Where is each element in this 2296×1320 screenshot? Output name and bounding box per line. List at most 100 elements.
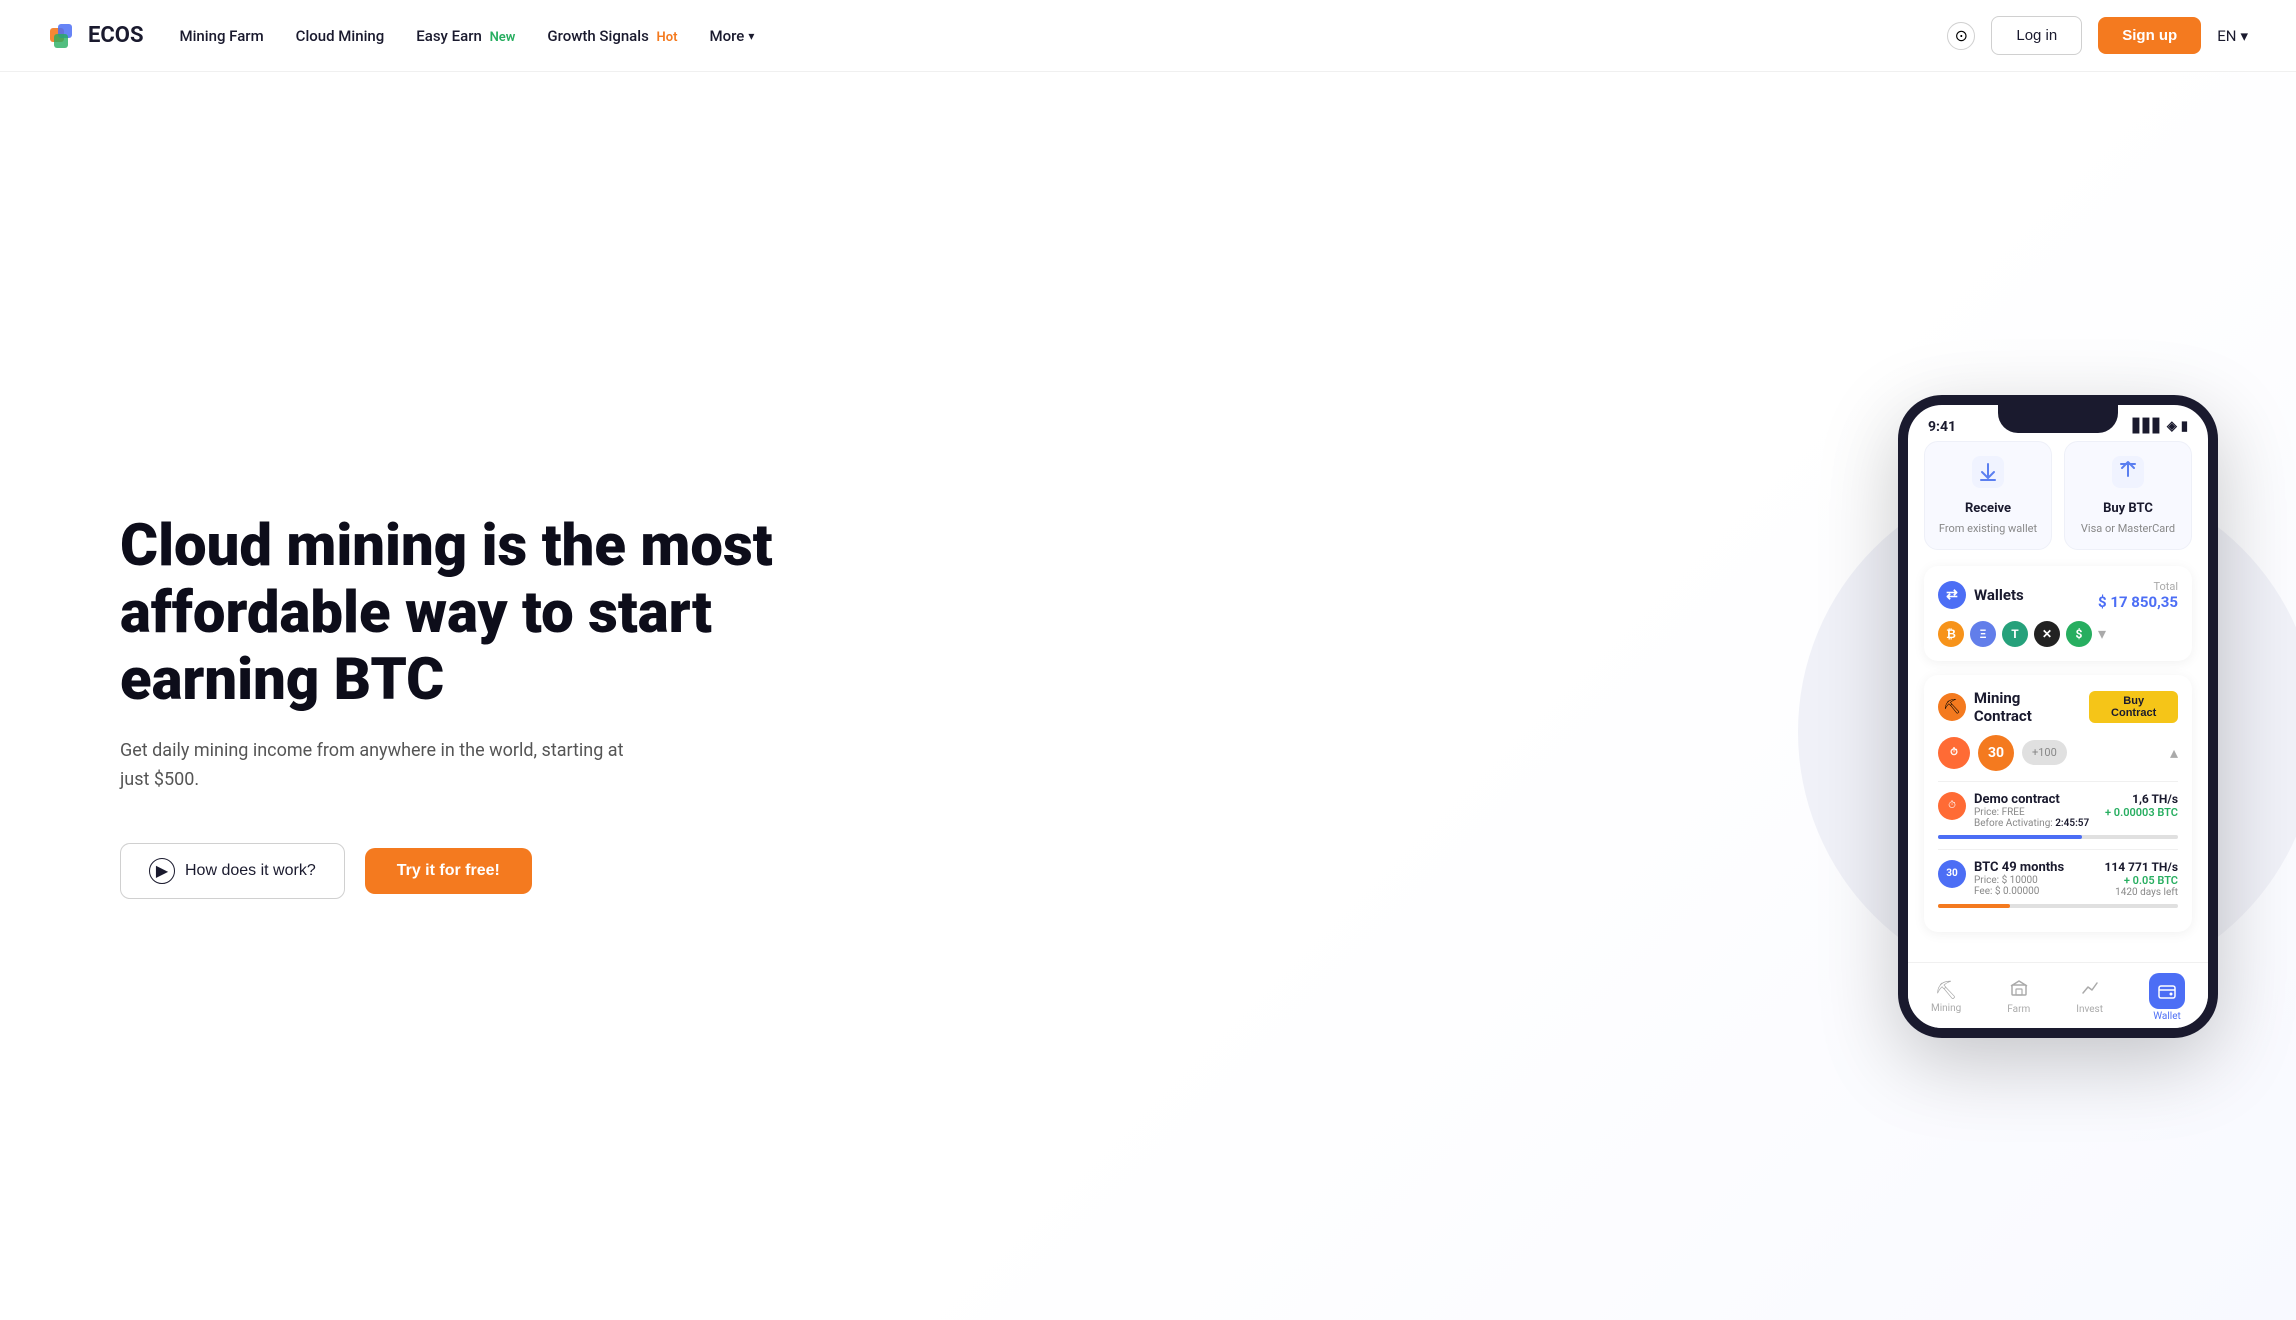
nav-easy-earn[interactable]: Easy Earn New xyxy=(416,27,515,45)
buy-contract-button[interactable]: Buy Contract xyxy=(2089,691,2178,723)
demo-contract-name: Demo contract xyxy=(1974,792,2089,807)
receive-card[interactable]: Receive From existing wallet xyxy=(1924,441,2052,550)
btc-contract-icon: 30 xyxy=(1938,860,1966,888)
demo-contract-info: Demo contract Price: FREE Before Activat… xyxy=(1974,792,2089,829)
buy-btc-sub: Visa or MasterCard xyxy=(2081,522,2175,535)
receive-icon xyxy=(1972,456,2004,495)
demo-contract-price: Price: FREE xyxy=(1974,807,2089,818)
bubble-30[interactable]: 30 xyxy=(1978,735,2014,771)
wallets-total: Total $ 17 850,35 xyxy=(2098,580,2178,611)
farm-nav-label: Farm xyxy=(2007,1004,2030,1015)
bottom-nav-wallet[interactable]: Wallet xyxy=(2149,973,2185,1022)
nav-more[interactable]: More ▾ xyxy=(709,27,754,45)
btc-th: 114 771 TH/s xyxy=(2105,860,2179,874)
download-icon[interactable]: ⊙ xyxy=(1947,22,1975,50)
wifi-icon: ◈ xyxy=(2167,419,2177,434)
nav-right: ⊙ Log in Sign up EN ▾ xyxy=(1947,16,2248,55)
phone-notch xyxy=(1998,405,2118,433)
wallets-total-value: $ 17 850,35 xyxy=(2098,593,2178,611)
buy-btc-title: Buy BTC xyxy=(2103,501,2153,516)
invest-nav-icon xyxy=(2081,979,2099,1002)
btc-progress-bar xyxy=(1938,904,2178,908)
wallets-total-label: Total xyxy=(2098,580,2178,593)
btc-contract-name: BTC 49 months xyxy=(1974,860,2064,875)
status-icons: ▋▋▋ ◈ ▮ xyxy=(2133,419,2188,434)
receive-title: Receive xyxy=(1965,501,2011,516)
wallet-nav-tab xyxy=(2149,973,2185,1009)
bottom-nav-invest[interactable]: Invest xyxy=(2076,979,2103,1015)
btc-contract-right: 114 771 TH/s + 0.05 BTC 1420 days left xyxy=(2105,860,2179,898)
phone-frame: 9:41 ▋▋▋ ◈ ▮ xyxy=(1898,395,2218,1038)
btc-progress-fill xyxy=(1938,904,2010,908)
action-cards: Receive From existing wallet xyxy=(1924,441,2192,550)
demo-before-label: Before Activating: 2:45:57 xyxy=(1974,818,2089,829)
signup-button[interactable]: Sign up xyxy=(2098,17,2201,54)
nav-growth-signals[interactable]: Growth Signals Hot xyxy=(547,27,677,45)
timer-bubble: ⏱ xyxy=(1938,737,1970,769)
bubble-plus[interactable]: +100 xyxy=(2022,740,2067,765)
demo-contract-row: ⏱ Demo contract Price: FREE Before Activ… xyxy=(1938,792,2178,829)
language-selector[interactable]: EN ▾ xyxy=(2217,27,2248,45)
btc-contract-price: Price: $ 10000 xyxy=(1974,875,2064,886)
btc-days: 1420 days left xyxy=(2105,887,2179,898)
wallets-icon: ⇄ xyxy=(1938,581,1966,609)
usdt-icon[interactable]: T xyxy=(2002,621,2028,647)
login-button[interactable]: Log in xyxy=(1991,16,2082,55)
nav-links: Mining Farm Cloud Mining Easy Earn New G… xyxy=(179,27,754,45)
demo-contract-icon: ⏱ xyxy=(1938,792,1966,820)
hero-section: Cloud mining is the most affordable way … xyxy=(0,72,2296,1320)
demo-progress-bar xyxy=(1938,835,2178,839)
try-free-button[interactable]: Try it for free! xyxy=(365,848,532,894)
btc-contract-row: 30 BTC 49 months Price: $ 10000 Fee: $ 0… xyxy=(1938,860,2178,898)
wallet-nav-label: Wallet xyxy=(2153,1011,2181,1022)
btc-icon[interactable]: ₿ xyxy=(1938,621,1964,647)
contract-bubbles: ⏱ 30 +100 ▴ xyxy=(1938,735,2178,771)
demo-contract-left: ⏱ Demo contract Price: FREE Before Activ… xyxy=(1938,792,2089,829)
btc-btc: + 0.05 BTC xyxy=(2105,874,2179,887)
demo-btc: + 0.00003 BTC xyxy=(2105,806,2178,819)
nav-mining-farm[interactable]: Mining Farm xyxy=(179,27,263,45)
bottom-nav-farm[interactable]: Farm xyxy=(2007,979,2030,1015)
hero-title: Cloud mining is the most affordable way … xyxy=(120,513,800,713)
farm-nav-icon xyxy=(2010,979,2028,1002)
phone-mockup: 9:41 ▋▋▋ ◈ ▮ xyxy=(1898,395,2218,1038)
mining-collapse-button[interactable]: ▴ xyxy=(2170,743,2178,763)
crypto-icons-row: ₿ Ξ T ✕ $ ▾ xyxy=(1938,621,2178,647)
navbar: ECOS Mining Farm Cloud Mining Easy Earn … xyxy=(0,0,2296,72)
logo[interactable]: ECOS xyxy=(48,20,143,52)
mining-section: ⛏ Mining Contract Buy Contract ⏱ 30 +100… xyxy=(1924,675,2192,932)
phone-bottom-nav: ⛏ Mining Farm Invest xyxy=(1908,962,2208,1028)
bottom-nav-mining[interactable]: ⛏ Mining xyxy=(1931,980,1961,1014)
mining-nav-label: Mining xyxy=(1931,1003,1961,1014)
phone-content: Receive From existing wallet xyxy=(1908,441,2208,962)
nav-left: ECOS Mining Farm Cloud Mining Easy Earn … xyxy=(48,20,754,52)
signal-icon: ▋▋▋ xyxy=(2133,419,2163,434)
mining-nav-icon: ⛏ xyxy=(1935,980,1958,1001)
eth-icon[interactable]: Ξ xyxy=(1970,621,1996,647)
buy-btc-card[interactable]: Buy BTC Visa or MasterCard xyxy=(2064,441,2192,550)
mining-header: ⛏ Mining Contract Buy Contract xyxy=(1938,689,2178,725)
logo-icon xyxy=(48,20,80,52)
receive-sub: From existing wallet xyxy=(1939,522,2037,535)
btc-contract-fee: Fee: $ 0.00000 xyxy=(1974,886,2064,897)
easy-earn-badge: New xyxy=(490,30,516,45)
hero-left: Cloud mining is the most affordable way … xyxy=(120,513,800,899)
status-time: 9:41 xyxy=(1928,419,1956,435)
growth-signals-badge: Hot xyxy=(657,30,678,45)
buy-btc-icon xyxy=(2112,456,2144,495)
invest-nav-label: Invest xyxy=(2076,1004,2103,1015)
wallets-collapse-button[interactable]: ▾ xyxy=(2098,624,2106,644)
usd-icon[interactable]: $ xyxy=(2066,621,2092,647)
demo-before-value: 2:45:57 xyxy=(2055,818,2089,829)
btc-contract-info: BTC 49 months Price: $ 10000 Fee: $ 0.00… xyxy=(1974,860,2064,897)
wallets-header: ⇄ Wallets Total $ 17 850,35 xyxy=(1938,580,2178,611)
nav-cloud-mining[interactable]: Cloud Mining xyxy=(296,27,385,45)
how-it-works-button[interactable]: ▶ How does it work? xyxy=(120,843,345,899)
demo-th: 1,6 TH/s xyxy=(2105,792,2178,806)
play-icon: ▶ xyxy=(149,858,175,884)
battery-icon: ▮ xyxy=(2181,419,2188,434)
xrp-icon[interactable]: ✕ xyxy=(2034,621,2060,647)
wallets-section: ⇄ Wallets Total $ 17 850,35 ₿ Ξ T xyxy=(1924,566,2192,661)
lang-chevron-icon: ▾ xyxy=(2240,27,2248,45)
demo-progress-fill xyxy=(1938,835,2082,839)
